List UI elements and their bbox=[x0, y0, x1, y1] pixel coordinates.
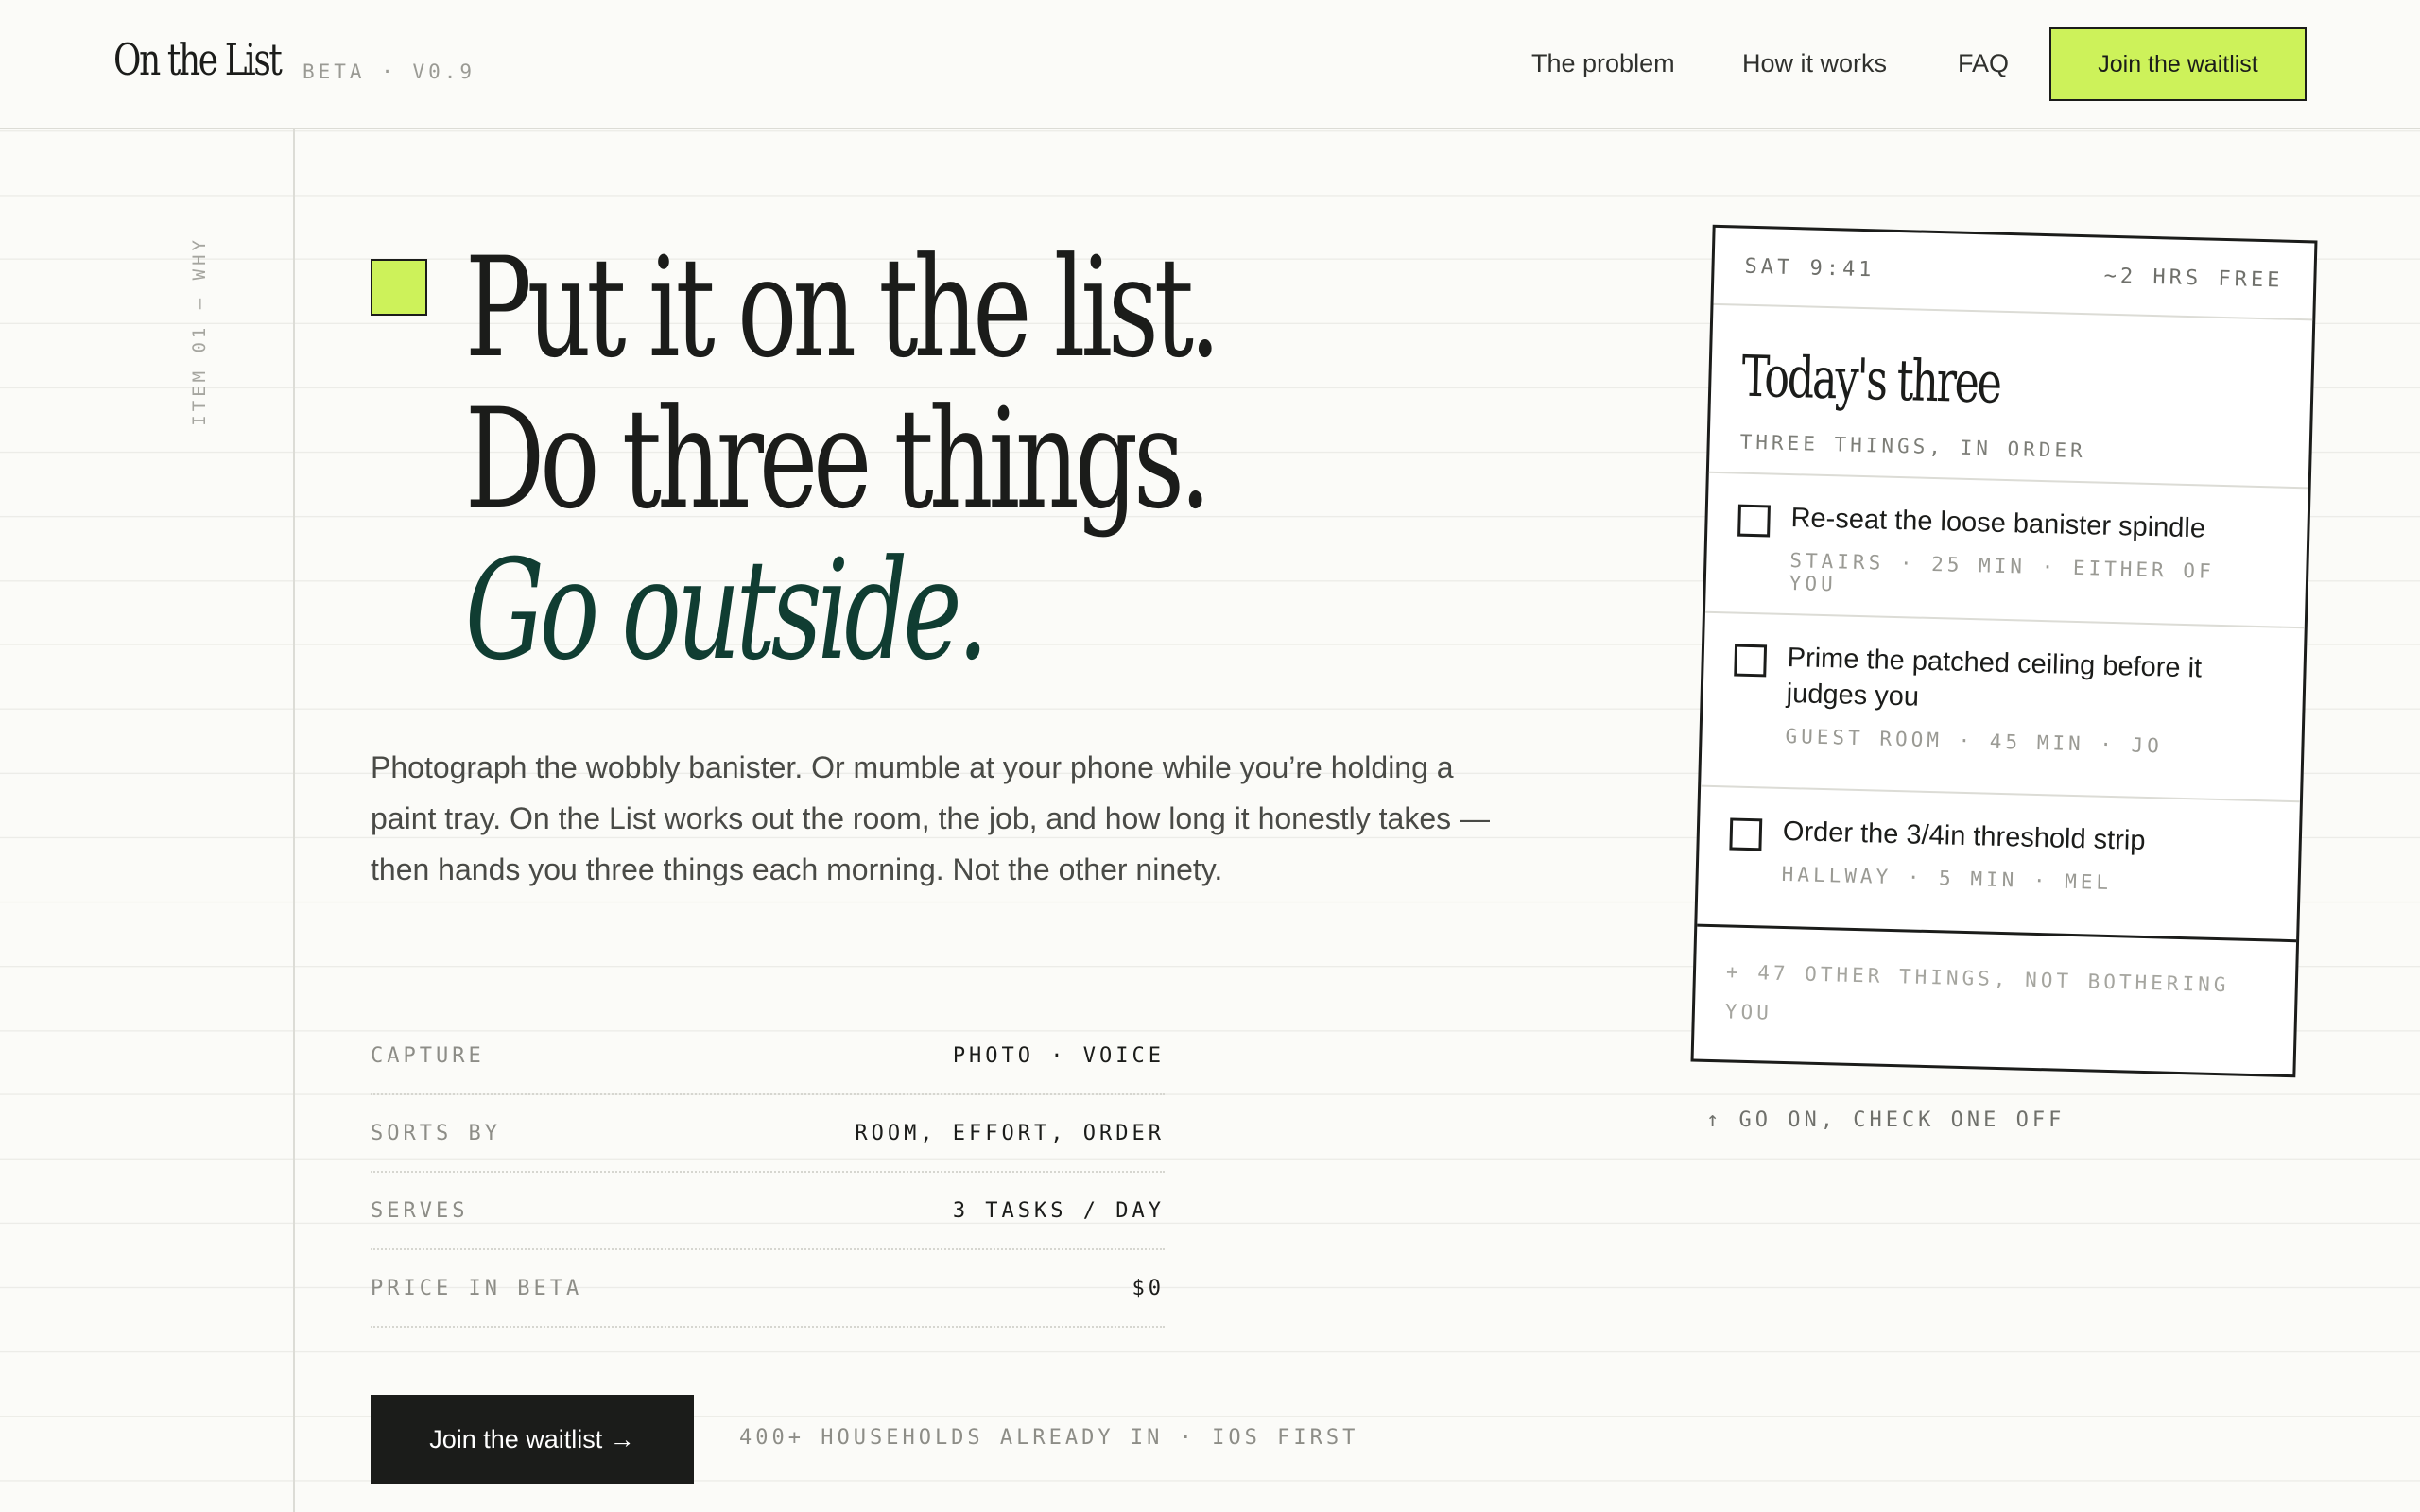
logo[interactable]: On the List bbox=[113, 34, 283, 85]
section-label: ITEM 01 — WHY bbox=[189, 236, 210, 426]
more-tasks-note: + 47 OTHER THINGS, NOT BOTHERING YOU bbox=[1724, 960, 2230, 1024]
task-item: Re-seat the loose banister spindle STAIR… bbox=[1704, 472, 2308, 629]
spec-value: ROOM, EFFORT, ORDER bbox=[855, 1121, 1165, 1145]
nav-faq[interactable]: FAQ bbox=[1958, 49, 2009, 78]
task-meta: GUEST ROOM · 45 MIN · JO bbox=[1785, 724, 2164, 758]
task-item: Order the 3/4in threshold strip HALLWAY … bbox=[1697, 786, 2300, 943]
headline-line-1: Put it on the list. bbox=[465, 228, 1220, 388]
task-item: Prime the patched ceiling before it judg… bbox=[1701, 612, 2305, 803]
spec-key: CAPTURE bbox=[371, 1043, 485, 1068]
task-title: Re-seat the loose banister spindle bbox=[1790, 503, 2206, 544]
rail-divider bbox=[293, 129, 295, 1512]
task-checkbox[interactable] bbox=[1729, 817, 1763, 851]
join-waitlist-button[interactable]: Join the waitlist → bbox=[371, 1395, 694, 1484]
task-meta: STAIRS · 25 MIN · EITHER OF YOU bbox=[1789, 549, 2215, 596]
task-checkbox[interactable] bbox=[1737, 504, 1771, 538]
task-checkbox[interactable] bbox=[1734, 644, 1768, 678]
card-header: Today's three THREE THINGS, IN ORDER bbox=[1708, 304, 2313, 490]
spec-key: SORTS BY bbox=[371, 1121, 501, 1145]
version-badge: BETA · V0.9 bbox=[302, 60, 476, 83]
cta-note: 400+ HOUSEHOLDS ALREADY IN · IOS FIRST bbox=[739, 1426, 1359, 1450]
card-hint: ↑ GO ON, CHECK ONE OFF bbox=[1706, 1108, 2066, 1132]
spec-value: 3 TASKS / DAY bbox=[952, 1198, 1165, 1223]
nav-the-problem[interactable]: The problem bbox=[1531, 49, 1675, 78]
hero-description: Photograph the wobbly banister. Or mumbl… bbox=[371, 750, 1491, 886]
card-time: SAT 9:41 bbox=[1744, 254, 1876, 282]
spec-row: PRICE IN BETA $0 bbox=[371, 1250, 1165, 1328]
join-waitlist-nav-button[interactable]: Join the waitlist bbox=[2049, 27, 2307, 101]
task-title: Order the 3/4in threshold strip bbox=[1782, 816, 2146, 856]
spec-table: CAPTURE PHOTO · VOICE SORTS BY ROOM, EFF… bbox=[371, 1018, 1165, 1328]
card-subtitle: THREE THINGS, IN ORDER bbox=[1739, 430, 2087, 463]
today-card: SAT 9:41 ~2 HRS FREE Today's three THREE… bbox=[1690, 224, 2318, 1078]
task-meta: HALLWAY · 5 MIN · MEL bbox=[1781, 862, 2113, 895]
headline-line-2: Do three things. bbox=[465, 379, 1211, 540]
spec-row: CAPTURE PHOTO · VOICE bbox=[371, 1018, 1165, 1095]
spec-row: SERVES 3 TASKS / DAY bbox=[371, 1173, 1165, 1250]
task-title: Prime the patched ceiling before it judg… bbox=[1786, 643, 2203, 713]
card-free-time: ~2 HRS FREE bbox=[2103, 264, 2284, 293]
spec-key: PRICE IN BETA bbox=[371, 1276, 583, 1300]
site-header: On the List BETA · V0.9 The problem How … bbox=[0, 0, 2420, 129]
spec-key: SERVES bbox=[371, 1198, 469, 1223]
accent-square bbox=[371, 259, 427, 316]
spec-value: PHOTO · VOICE bbox=[952, 1043, 1165, 1068]
card-title: Today's three bbox=[1740, 343, 2001, 417]
nav-how-it-works[interactable]: How it works bbox=[1742, 49, 1887, 78]
headline-line-3: Go outside. bbox=[465, 530, 989, 691]
spec-row: SORTS BY ROOM, EFFORT, ORDER bbox=[371, 1095, 1165, 1173]
spec-value: $0 bbox=[1132, 1276, 1165, 1300]
